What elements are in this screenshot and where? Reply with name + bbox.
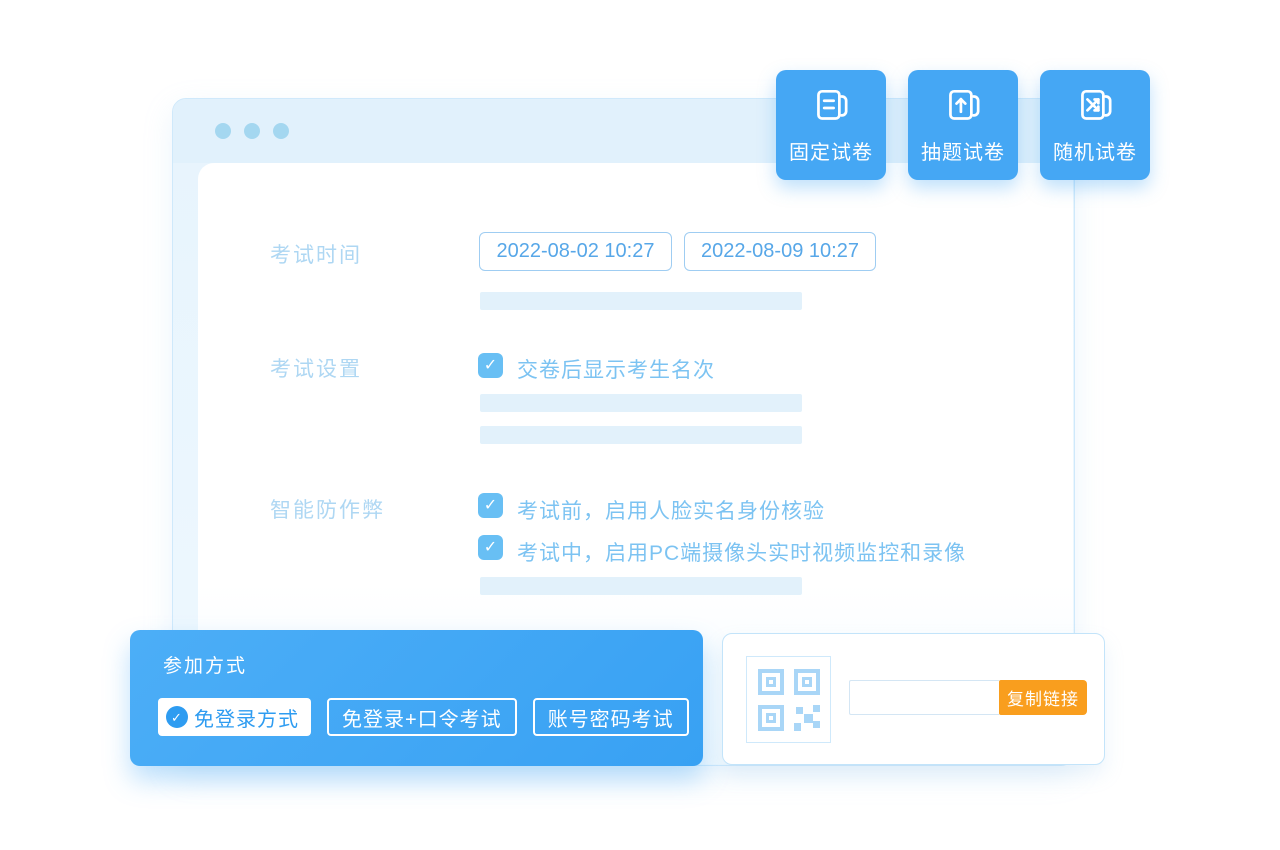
skeleton-bar: [480, 292, 802, 310]
rank-display-checkbox[interactable]: ✓: [478, 353, 503, 378]
card-label: 随机试卷: [1053, 136, 1137, 165]
upload-paper-icon: [940, 84, 986, 130]
camera-monitor-option-label: 考试中，启用PC端摄像头实时视频监控和录像: [517, 537, 966, 567]
card-random-paper[interactable]: 随机试卷: [1040, 70, 1150, 180]
check-icon: ✓: [484, 498, 497, 514]
check-circle-icon: ✓: [166, 706, 188, 728]
exam-time-label: 考试时间: [270, 239, 362, 269]
skeleton-bar: [480, 577, 802, 595]
share-link-input[interactable]: [849, 680, 999, 715]
exam-end-time-input[interactable]: [684, 232, 876, 271]
fixed-paper-icon: [808, 84, 854, 130]
participation-panel: 参加方式 ✓ 免登录方式 免登录+口令考试 账号密码考试: [130, 630, 703, 766]
face-verify-checkbox[interactable]: ✓: [478, 493, 503, 518]
exam-start-time-input[interactable]: [479, 232, 672, 271]
skeleton-bar: [480, 394, 802, 412]
card-label: 抽题试卷: [921, 136, 1005, 165]
card-fixed-paper[interactable]: 固定试卷: [776, 70, 886, 180]
share-panel: 复制链接: [722, 633, 1105, 765]
participation-title: 参加方式: [163, 651, 247, 678]
method-no-login-password-button[interactable]: 免登录+口令考试: [327, 698, 517, 736]
method-label: 免登录方式: [194, 703, 299, 732]
card-pick-paper[interactable]: 抽题试卷: [908, 70, 1018, 180]
face-verify-option-label: 考试前，启用人脸实名身份核验: [517, 495, 825, 525]
card-label: 固定试卷: [789, 136, 873, 165]
check-icon: ✓: [484, 358, 497, 374]
window-dot-icon: [244, 123, 260, 139]
camera-monitor-checkbox[interactable]: ✓: [478, 535, 503, 560]
method-no-login-button[interactable]: ✓ 免登录方式: [158, 698, 311, 736]
method-label: 免登录+口令考试: [342, 703, 502, 732]
copy-link-button[interactable]: 复制链接: [999, 680, 1087, 715]
window-dot-icon: [273, 123, 289, 139]
participation-buttons: ✓ 免登录方式 免登录+口令考试 账号密码考试: [158, 698, 689, 736]
anti-cheat-label: 智能防作弊: [270, 494, 385, 524]
method-label: 账号密码考试: [548, 703, 674, 732]
qr-code-icon: [746, 656, 831, 743]
rank-display-option-label: 交卷后显示考生名次: [517, 354, 715, 384]
window-dot-icon: [215, 123, 231, 139]
exam-settings-label: 考试设置: [270, 353, 362, 383]
page: 考试时间 考试设置 ✓ 交卷后显示考生名次 智能防作弊 ✓ 考试前，启用人脸实名…: [0, 0, 1280, 850]
shuffle-paper-icon: [1072, 84, 1118, 130]
method-account-password-button[interactable]: 账号密码考试: [533, 698, 689, 736]
check-icon: ✓: [484, 540, 497, 556]
skeleton-bar: [480, 426, 802, 444]
